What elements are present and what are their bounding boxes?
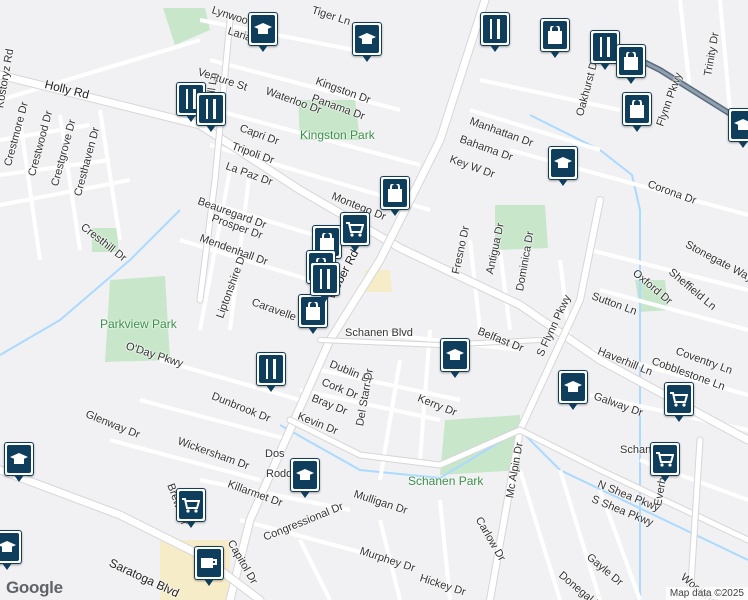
map-canvas[interactable]: Kingston Park Parkview Park Schanen Park…: [0, 0, 748, 600]
school-icon: [358, 33, 376, 44]
school-icon: [10, 453, 28, 464]
school-pin[interactable]: [548, 146, 578, 186]
school-icon: [446, 349, 464, 360]
park-label: Schanen Park: [408, 474, 484, 488]
school-icon: [0, 541, 16, 552]
coffee-cup-icon: [201, 558, 217, 568]
restaurant-icon: [490, 19, 500, 39]
school-pin[interactable]: [558, 370, 588, 410]
school-icon: [254, 23, 272, 34]
grocery-pin[interactable]: [650, 442, 680, 482]
school-pin[interactable]: [352, 22, 382, 62]
school-icon: [296, 469, 314, 480]
shopping-pin[interactable]: [622, 92, 652, 132]
restaurant-icon: [320, 269, 330, 289]
school-pin[interactable]: [4, 442, 34, 482]
school-pin[interactable]: [728, 108, 748, 148]
cart-icon: [656, 452, 674, 467]
restaurant-pin[interactable]: [480, 12, 510, 52]
google-logo: Google: [6, 578, 63, 597]
grocery-pin[interactable]: [340, 212, 370, 252]
restaurant-pin[interactable]: [310, 262, 340, 302]
school-pin[interactable]: [248, 12, 278, 52]
restaurant-icon: [600, 37, 610, 57]
shopping-bag-icon: [306, 302, 320, 320]
shopping-bag-icon: [630, 100, 644, 118]
restaurant-pin[interactable]: [196, 92, 226, 132]
restaurant-icon: [206, 99, 216, 119]
shopping-pin[interactable]: [616, 44, 646, 84]
shopping-pin[interactable]: [540, 18, 570, 58]
road-label: Rodd: [266, 468, 293, 480]
cart-icon: [670, 392, 688, 407]
school-icon: [734, 119, 748, 130]
park-label: Kingston Park: [300, 128, 375, 142]
shopping-bag-icon: [624, 52, 638, 70]
restaurant-icon: [266, 359, 276, 379]
cart-icon: [346, 222, 364, 237]
shopping-pin[interactable]: [380, 176, 410, 216]
school-pin[interactable]: [0, 530, 22, 570]
grocery-pin[interactable]: [176, 488, 206, 528]
shopping-bag-icon: [548, 26, 562, 44]
road-label: Dos: [265, 448, 285, 460]
grocery-pin[interactable]: [664, 382, 694, 422]
cart-icon: [182, 498, 200, 513]
school-pin[interactable]: [290, 458, 320, 498]
school-pin[interactable]: [440, 338, 470, 378]
school-icon: [554, 157, 572, 168]
map-attribution[interactable]: Map data ©2025: [665, 587, 748, 600]
cafe-pin[interactable]: [194, 546, 224, 586]
shopping-bag-icon: [320, 233, 334, 251]
park-area: [163, 8, 210, 45]
shopping-bag-icon: [388, 184, 402, 202]
road-label: Schanen Blvd: [345, 327, 413, 339]
restaurant-pin[interactable]: [256, 352, 286, 392]
school-icon: [564, 381, 582, 392]
park-label: Parkview Park: [100, 317, 177, 331]
